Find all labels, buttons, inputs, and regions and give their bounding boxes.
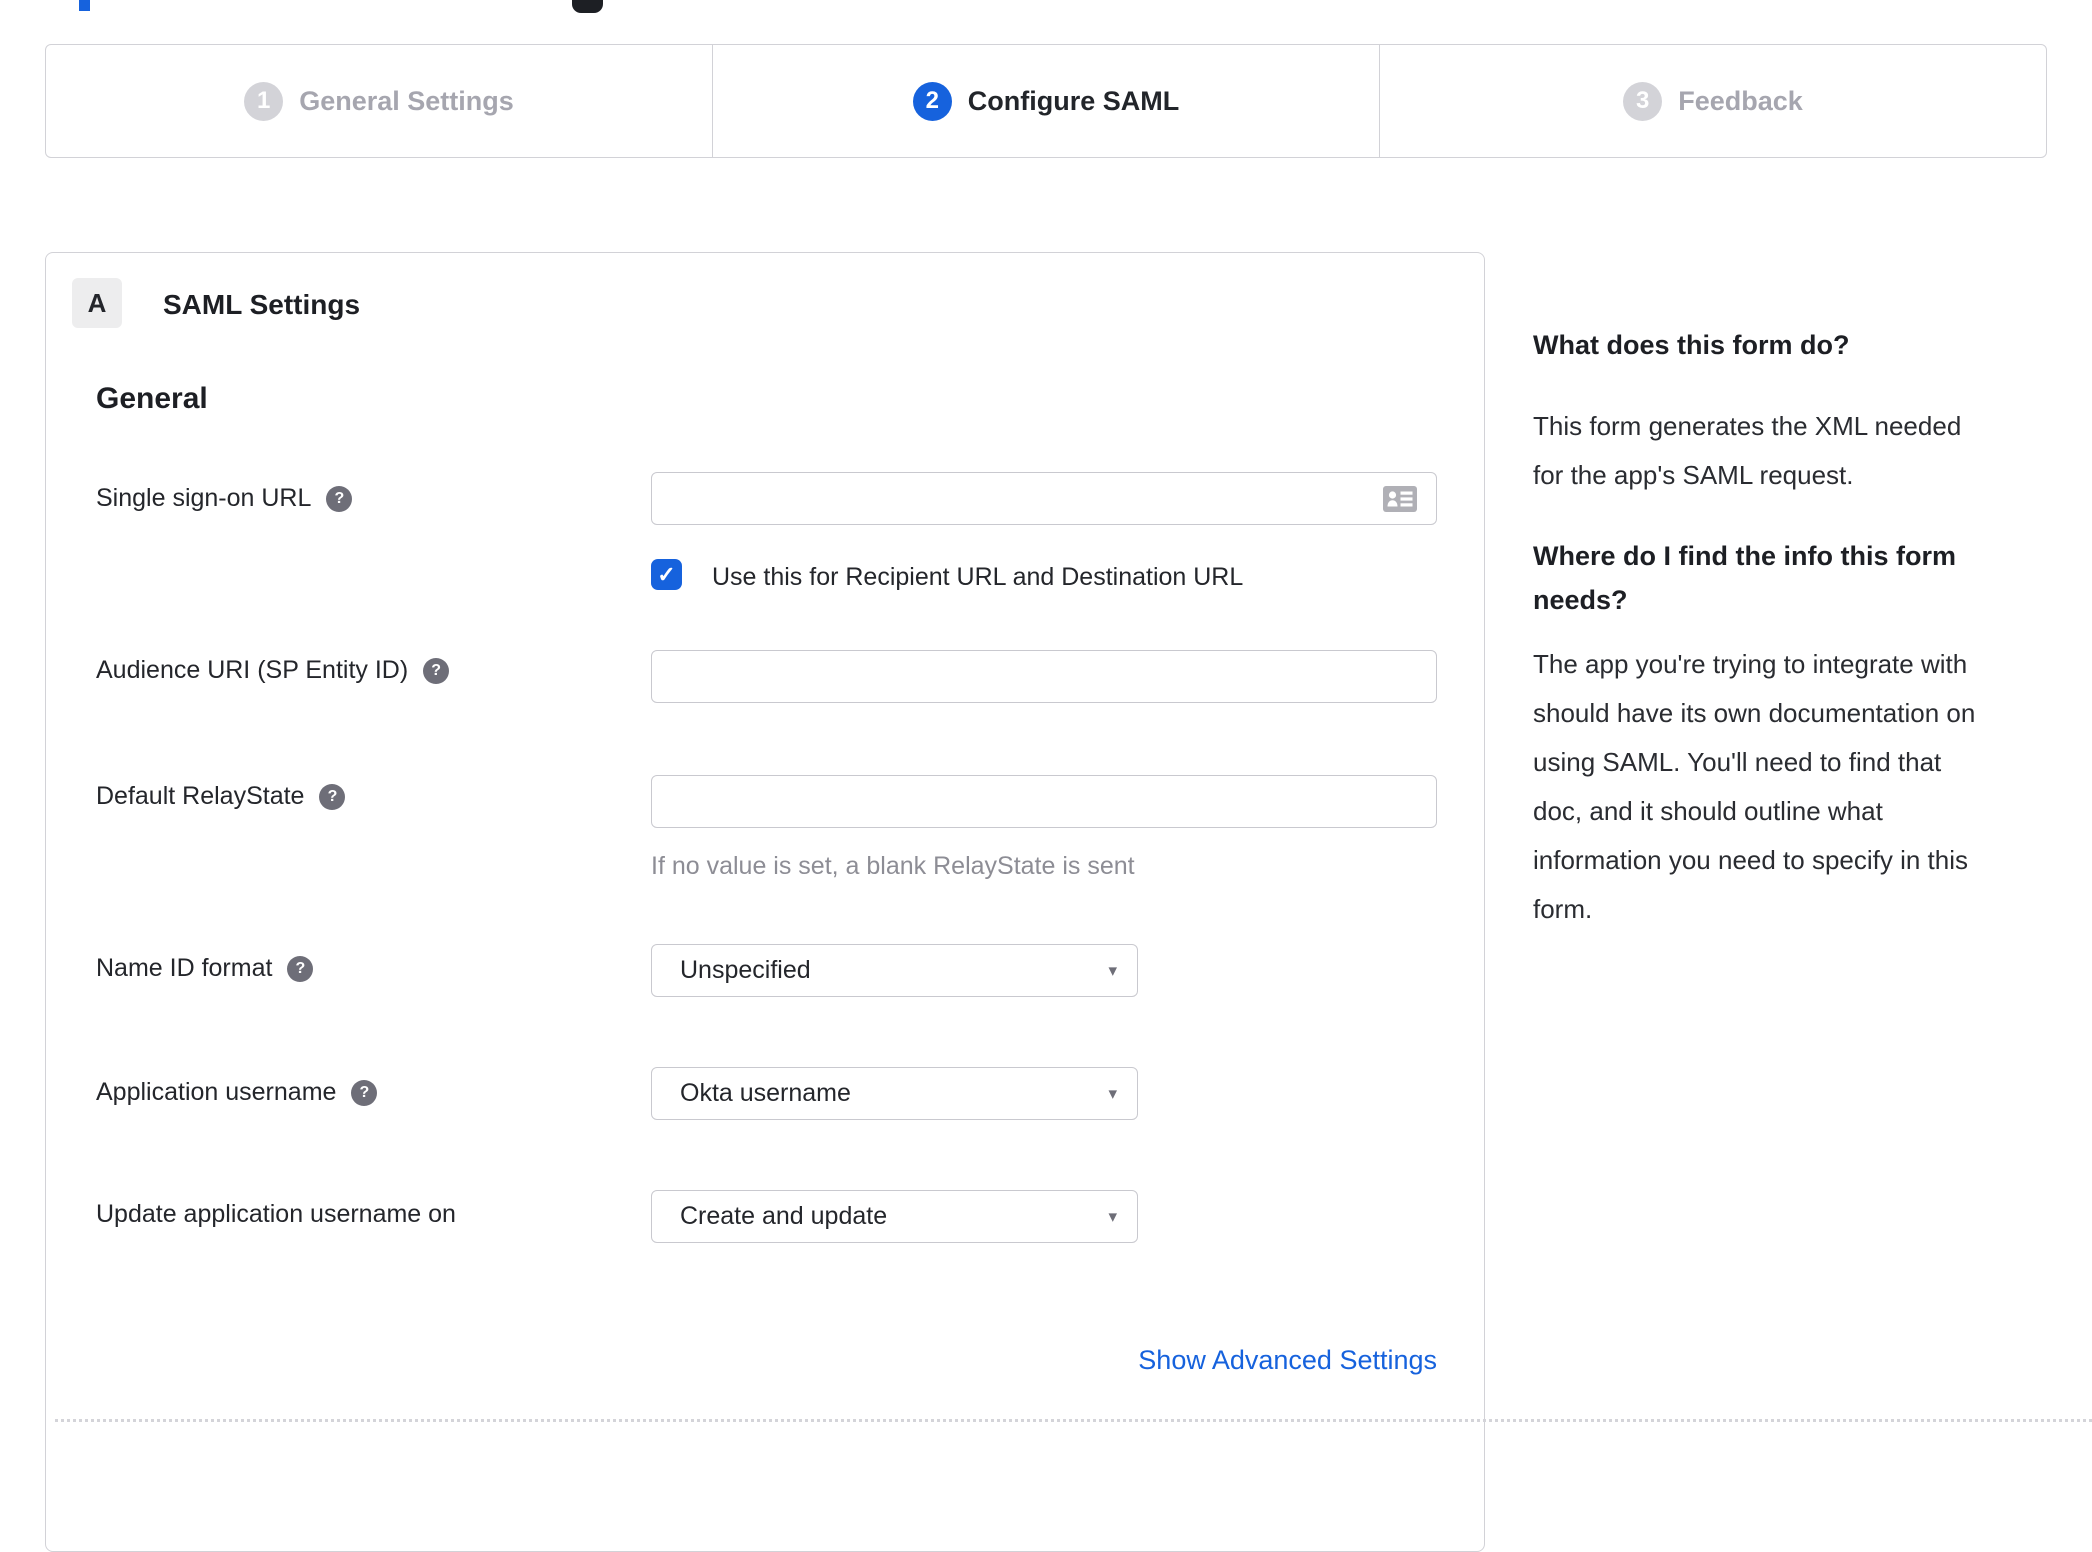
step-label: Configure SAML (967, 85, 1180, 116)
name-id-format-label: Name ID format ? (96, 954, 314, 983)
step-general-settings[interactable]: 1 General Settings (46, 45, 713, 157)
help-icon[interactable]: ? (287, 955, 314, 982)
help-icon[interactable]: ? (423, 657, 450, 684)
help-icon[interactable]: ? (351, 1079, 378, 1106)
step-label: Feedback (1678, 85, 1803, 116)
sidebar-heading-what: What does this form do? (1533, 330, 1850, 360)
sidebar-heading-where: Where do I find the info this form needs… (1533, 541, 1956, 615)
default-relaystate-input[interactable] (651, 775, 1437, 828)
update-application-username-label: Update application username on (96, 1200, 456, 1229)
chevron-down-icon: ▾ (1108, 960, 1117, 980)
section-badge-a: A (72, 278, 122, 328)
cropped-header-icon-artifact (572, 0, 603, 13)
single-sign-on-url-input[interactable] (651, 472, 1437, 525)
general-subsection-title: General (96, 382, 208, 415)
show-advanced-settings-link[interactable]: Show Advanced Settings (651, 1345, 1437, 1376)
step-number-badge: 1 (244, 81, 284, 121)
chevron-down-icon: ▾ (1108, 1206, 1117, 1226)
field-label-text: Audience URI (SP Entity ID) (96, 656, 409, 684)
relaystate-hint-text: If no value is set, a blank RelayState i… (651, 852, 1135, 880)
help-icon[interactable]: ? (326, 485, 353, 512)
checkmark-icon: ✓ (657, 561, 676, 587)
application-username-label: Application username ? (96, 1078, 378, 1107)
field-label-text: Single sign-on URL (96, 484, 312, 512)
step-number-badge: 3 (1623, 81, 1663, 121)
step-feedback[interactable]: 3 Feedback (1380, 45, 2046, 157)
name-id-format-select[interactable]: Unspecified ▾ (651, 944, 1138, 997)
step-label: General Settings (299, 85, 514, 116)
select-value: Create and update (680, 1202, 888, 1230)
field-label-text: Update application username on (96, 1200, 456, 1228)
field-label-text: Name ID format (96, 954, 273, 982)
step-configure-saml[interactable]: 2 Configure SAML (713, 45, 1380, 157)
sidebar-paragraph-what: This form generates the XML needed for t… (1533, 411, 1962, 490)
select-value: Unspecified (680, 956, 811, 984)
step-number-badge: 2 (912, 81, 952, 121)
audience-uri-label: Audience URI (SP Entity ID) ? (96, 656, 450, 685)
audience-uri-input[interactable] (651, 650, 1437, 703)
single-sign-on-url-label: Single sign-on URL ? (96, 484, 353, 513)
contact-card-icon[interactable] (1383, 486, 1417, 512)
update-application-username-select[interactable]: Create and update ▾ (651, 1190, 1138, 1243)
recipient-url-checkbox-label[interactable]: Use this for Recipient URL and Destinati… (712, 563, 1243, 592)
bottom-dotted-divider (55, 1419, 2092, 1422)
section-title: SAML Settings (163, 289, 361, 320)
sidebar-paragraph-where: The app you're trying to integrate with … (1533, 649, 1976, 924)
help-icon[interactable]: ? (319, 783, 346, 810)
recipient-url-checkbox[interactable]: ✓ (651, 559, 682, 590)
select-value: Okta username (680, 1079, 851, 1107)
application-username-select[interactable]: Okta username ▾ (651, 1067, 1138, 1120)
wizard-stepper: 1 General Settings 2 Configure SAML 3 Fe… (45, 44, 2047, 158)
field-label-text: Application username (96, 1078, 337, 1106)
field-label-text: Default RelayState (96, 782, 305, 810)
chevron-down-icon: ▾ (1108, 1083, 1117, 1103)
default-relaystate-label: Default RelayState ? (96, 782, 346, 811)
cropped-logo-artifact (79, 0, 90, 11)
